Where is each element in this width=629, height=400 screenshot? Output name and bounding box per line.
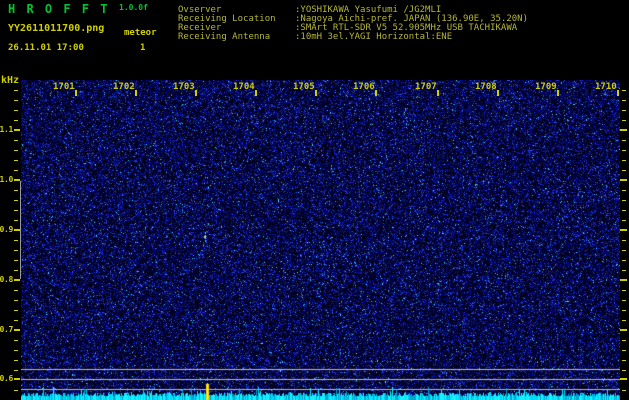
freq-minor-tick-left [14, 150, 18, 151]
freq-minor-tick-right [622, 190, 626, 191]
app-version: 1.0.0f [119, 3, 148, 12]
freq-major-tick-left [14, 279, 20, 281]
freq-minor-tick-left [14, 390, 18, 391]
hrofft-screen: H R O F F T 1.0.0f YY2611011700.png mete… [0, 0, 629, 400]
freq-minor-tick-right [622, 390, 626, 391]
freq-minor-tick-left [14, 320, 18, 321]
freq-minor-tick-left [14, 190, 18, 191]
freq-minor-tick-right [622, 100, 626, 101]
freq-minor-tick-left [14, 170, 18, 171]
freq-label: 0.8 [0, 275, 13, 284]
freq-minor-tick-left [14, 210, 18, 211]
info-label: Receiving Antenna [178, 32, 271, 42]
freq-minor-tick-right [622, 220, 626, 221]
freq-minor-tick-right [622, 360, 626, 361]
freq-axis-unit-label: kHz [1, 75, 20, 86]
freq-minor-tick-right [622, 210, 626, 211]
freq-minor-tick-right [622, 350, 626, 351]
spectrogram-canvas [21, 80, 620, 400]
freq-minor-tick-right [622, 240, 626, 241]
freq-major-tick-right [620, 329, 627, 331]
freq-minor-tick-left [14, 340, 18, 341]
mode-label: meteor [124, 28, 157, 38]
freq-minor-tick-left [14, 120, 18, 121]
info-value: :10mH 3el.YAGI Horizontal:ENE [295, 32, 453, 42]
freq-label: 1.1 [0, 125, 13, 134]
freq-minor-tick-left [14, 260, 18, 261]
freq-minor-tick-left [14, 160, 18, 161]
freq-minor-tick-right [622, 310, 626, 311]
freq-minor-tick-left [14, 100, 18, 101]
freq-minor-tick-left [14, 90, 18, 91]
freq-minor-tick-left [14, 140, 18, 141]
freq-minor-tick-right [622, 110, 626, 111]
freq-minor-tick-right [622, 150, 626, 151]
station-info-block: Ovserver:YOSHIKAWA Yasufumi /JG2MLI Recei… [178, 6, 528, 42]
freq-minor-tick-left [14, 290, 18, 291]
freq-label: 0.6 [0, 374, 13, 383]
freq-minor-tick-left [14, 300, 18, 301]
freq-minor-tick-right [622, 270, 626, 271]
freq-minor-tick-right [622, 370, 626, 371]
freq-major-tick-right [620, 279, 627, 281]
freq-minor-tick-left [14, 310, 18, 311]
meteor-count: 1 [140, 43, 146, 53]
app-title: H R O F F T [8, 2, 110, 16]
freq-major-tick-right [620, 229, 627, 231]
freq-minor-tick-right [622, 320, 626, 321]
freq-minor-tick-left [14, 360, 18, 361]
calibration-line [20, 181, 21, 279]
freq-label: 0.7 [0, 325, 13, 334]
freq-minor-tick-left [14, 200, 18, 201]
freq-major-tick-right [620, 179, 627, 181]
freq-minor-tick-left [14, 270, 18, 271]
freq-major-tick-left [14, 329, 20, 331]
freq-minor-tick-right [622, 90, 626, 91]
freq-minor-tick-left [14, 370, 18, 371]
freq-minor-tick-left [14, 110, 18, 111]
freq-minor-tick-right [622, 200, 626, 201]
freq-minor-tick-right [622, 260, 626, 261]
freq-major-tick-right [620, 378, 627, 380]
freq-major-tick-left [14, 378, 20, 380]
freq-minor-tick-right [622, 140, 626, 141]
freq-minor-tick-right [622, 340, 626, 341]
info-row: Receiving Antenna :10mH 3el.YAGI Horizont… [178, 33, 528, 42]
freq-minor-tick-right [622, 170, 626, 171]
freq-major-tick-left [14, 129, 20, 131]
output-filename: YY2611011700.png [8, 23, 105, 34]
freq-minor-tick-left [14, 240, 18, 241]
freq-minor-tick-right [622, 120, 626, 121]
freq-minor-tick-left [14, 250, 18, 251]
freq-minor-tick-left [14, 220, 18, 221]
freq-minor-tick-right [622, 290, 626, 291]
freq-minor-tick-right [622, 160, 626, 161]
freq-label: 1.0 [0, 175, 13, 184]
freq-minor-tick-left [14, 350, 18, 351]
freq-minor-tick-right [622, 250, 626, 251]
freq-major-tick-right [620, 129, 627, 131]
freq-label: 0.9 [0, 225, 13, 234]
freq-minor-tick-right [622, 300, 626, 301]
observation-datetime: 26.11.01 17:00 [8, 43, 84, 53]
